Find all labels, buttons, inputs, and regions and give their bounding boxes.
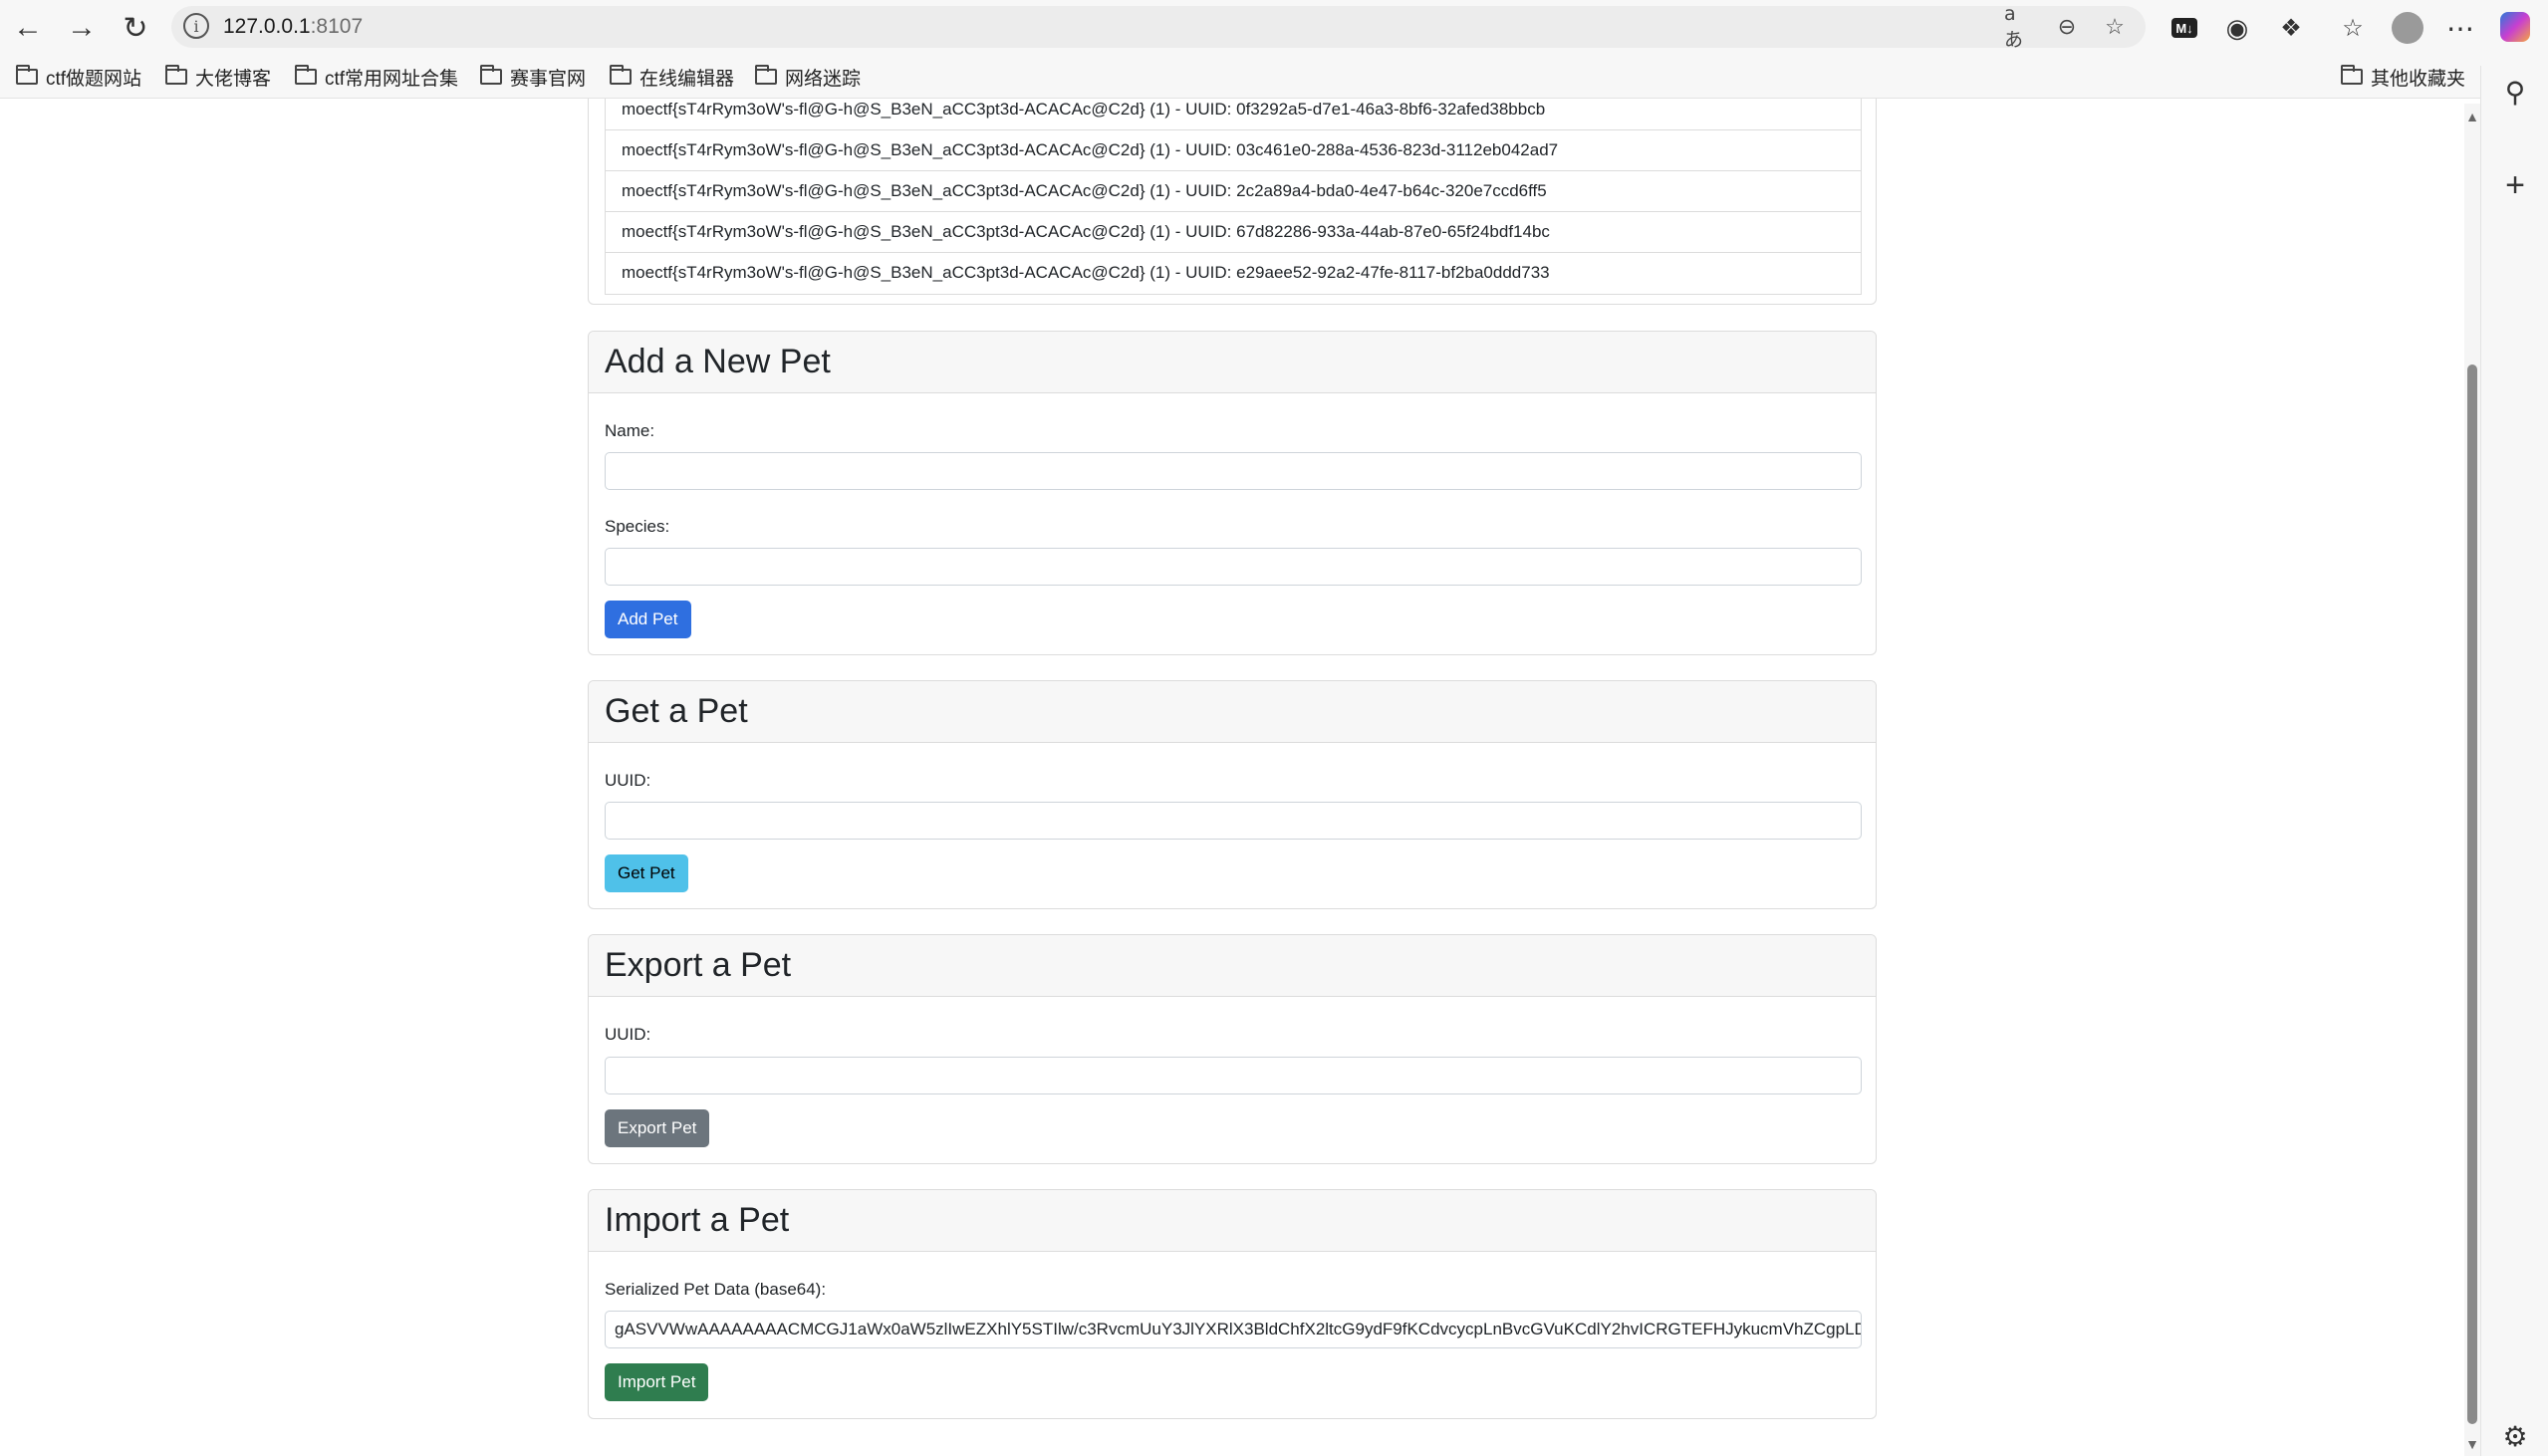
list-item: moectf{sT4rRym3oW's-fl@G-h@S_B3eN_aCC3pt… <box>606 212 1861 253</box>
export-uuid-label: UUID: <box>605 1025 651 1044</box>
species-label: Species: <box>605 517 670 536</box>
import-pet-title: Import a Pet <box>589 1190 1876 1252</box>
get-pet-title: Get a Pet <box>589 681 1876 743</box>
list-item: moectf{sT4rRym3oW's-fl@G-h@S_B3eN_aCC3pt… <box>606 171 1861 212</box>
zoom-out-icon[interactable]: ⊖ <box>2052 12 2082 42</box>
folder-icon <box>2341 65 2363 85</box>
bookmark-folder[interactable]: 赛事官网 <box>480 63 586 91</box>
folder-icon <box>480 65 502 85</box>
list-item: moectf{sT4rRym3oW's-fl@G-h@S_B3eN_aCC3pt… <box>606 99 1861 130</box>
bookmark-folder[interactable]: 大佬博客 <box>165 63 271 91</box>
record-icon[interactable]: ◉ <box>2219 10 2255 46</box>
folder-icon <box>16 65 38 85</box>
browser-toolbar: ← → ↻ i 127.0.0.1:8107 aあ ⊖ ☆ M↓ ◉ ❖ ☆ ⋯ <box>0 0 2548 56</box>
get-uuid-input[interactable] <box>605 802 1862 840</box>
url-port: :8107 <box>310 15 364 38</box>
add-pet-button[interactable]: Add Pet <box>605 601 691 638</box>
list-item: moectf{sT4rRym3oW's-fl@G-h@S_B3eN_aCC3pt… <box>606 130 1861 171</box>
back-icon[interactable]: ← <box>10 10 46 46</box>
pet-list-card: moectf{sT4rRym3oW's-fl@G-h@S_B3eN_aCC3pt… <box>588 99 1877 305</box>
add-icon[interactable]: + <box>2497 166 2533 204</box>
scrollbar-thumb[interactable] <box>2467 364 2477 1424</box>
forward-icon[interactable]: → <box>64 10 100 46</box>
profile-icon[interactable] <box>2392 12 2423 44</box>
name-label: Name: <box>605 421 655 440</box>
import-pet-card: Import a Pet Serialized Pet Data (base64… <box>588 1189 1877 1419</box>
export-pet-title: Export a Pet <box>589 935 1876 997</box>
species-input[interactable] <box>605 548 1862 586</box>
search-icon[interactable]: ⚲ <box>2497 74 2533 110</box>
read-aloud-icon[interactable]: aあ <box>2004 3 2034 51</box>
refresh-icon[interactable]: ↻ <box>118 10 153 46</box>
favorites-icon[interactable]: ☆ <box>2335 10 2371 46</box>
markdown-extension-icon[interactable]: M↓ <box>2171 18 2197 38</box>
settings-icon[interactable]: ⚙ <box>2497 1418 2533 1454</box>
get-pet-card: Get a Pet UUID: Get Pet <box>588 680 1877 909</box>
import-data-input[interactable]: gASVVWwAAAAAAAACMCGJ1aWx0aW5zlIwEZXhlY5S… <box>605 1311 1862 1348</box>
bookmark-folder[interactable]: 网络迷踪 <box>755 63 861 91</box>
favorite-star-icon[interactable]: ☆ <box>2100 12 2130 42</box>
bookmark-folder[interactable]: ctf做题网站 <box>16 63 141 91</box>
bookmark-folder[interactable]: 在线编辑器 <box>610 63 734 91</box>
other-bookmarks-folder[interactable]: 其他收藏夹 <box>2341 63 2465 91</box>
get-uuid-label: UUID: <box>605 771 651 790</box>
page-viewport: moectf{sT4rRym3oW's-fl@G-h@S_B3eN_aCC3pt… <box>0 99 2464 1456</box>
more-icon[interactable]: ⋯ <box>2442 10 2478 46</box>
pet-list: moectf{sT4rRym3oW's-fl@G-h@S_B3eN_aCC3pt… <box>605 99 1862 295</box>
export-pet-card: Export a Pet UUID: Export Pet <box>588 934 1877 1164</box>
name-input[interactable] <box>605 452 1862 490</box>
extensions-icon[interactable]: ❖ <box>2273 10 2309 46</box>
folder-icon <box>755 65 777 85</box>
address-bar[interactable]: i 127.0.0.1:8107 aあ ⊖ ☆ <box>171 3 2146 51</box>
bookmarks-bar: ctf做题网站 大佬博客 ctf常用网址合集 赛事官网 在线编辑器 网络迷踪 其… <box>0 56 2548 99</box>
address-url[interactable]: 127.0.0.1:8107 <box>223 15 363 39</box>
import-pet-button[interactable]: Import Pet <box>605 1363 709 1401</box>
bookmark-folder[interactable]: ctf常用网址合集 <box>295 63 458 91</box>
scroll-down-arrow[interactable]: ▼ <box>2465 1436 2479 1452</box>
scroll-up-arrow[interactable]: ▲ <box>2465 109 2479 124</box>
list-item: moectf{sT4rRym3oW's-fl@G-h@S_B3eN_aCC3pt… <box>622 263 1550 282</box>
folder-icon <box>165 65 187 85</box>
copilot-icon[interactable] <box>2500 12 2530 42</box>
info-icon[interactable]: i <box>183 13 209 39</box>
folder-icon <box>295 65 317 85</box>
url-host: 127.0.0.1 <box>223 15 311 38</box>
import-data-label: Serialized Pet Data (base64): <box>605 1280 827 1299</box>
folder-icon <box>610 65 632 85</box>
add-pet-title: Add a New Pet <box>589 332 1876 393</box>
sidebar: ⚲ + ⚙ <box>2480 66 2548 1456</box>
export-uuid-input[interactable] <box>605 1057 1862 1094</box>
get-pet-button[interactable]: Get Pet <box>605 854 688 892</box>
add-pet-card: Add a New Pet Name: Species: Add Pet <box>588 331 1877 655</box>
export-pet-button[interactable]: Export Pet <box>605 1109 710 1147</box>
